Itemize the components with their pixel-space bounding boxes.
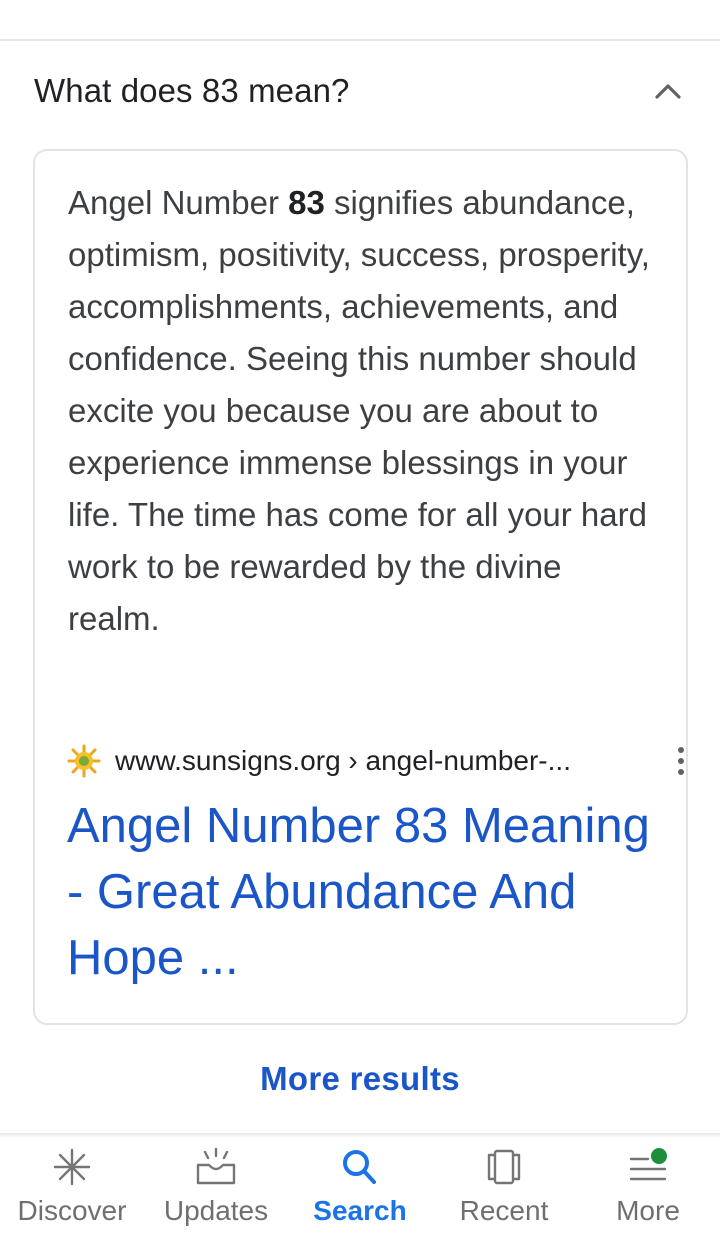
result-title-link[interactable]: Angel Number 83 Meaning - Great Abundanc… [67,793,667,991]
featured-snippet-text: Angel Number 83 signifies abundance, opt… [68,177,658,645]
nav-item-search[interactable]: Search [288,1137,432,1236]
page: What does 83 mean? Angel Number 83 signi… [0,0,720,1236]
nav-item-updates[interactable]: Updates [144,1137,288,1236]
asterisk-icon [53,1148,91,1186]
menu-icon [629,1148,667,1181]
notification-badge [651,1148,667,1164]
more-results-button[interactable]: More results [0,1052,720,1106]
nav-label-discover: Discover [17,1195,127,1226]
search-icon [343,1150,376,1184]
more-options-icon[interactable] [669,743,693,779]
snippet-text-rest: signifies abundance, optimism, positivit… [68,184,650,637]
snippet-highlight: 83 [288,184,325,221]
source-url[interactable]: www.sunsigns.org › angel-number-... [115,745,571,777]
nav-label-search: Search [313,1195,407,1226]
faq-question-row[interactable]: What does 83 mean? [0,41,720,141]
nav-label-more: More [616,1195,680,1226]
inbox-updates-icon [196,1147,236,1185]
answer-card: Angel Number 83 signifies abundance, opt… [33,149,688,1025]
chevron-up-icon[interactable] [652,75,684,107]
source-row: www.sunsigns.org › angel-number-... [67,741,684,781]
nav-label-recent: Recent [459,1195,549,1226]
cards-icon [487,1149,521,1185]
nav-item-more[interactable]: More [576,1137,720,1236]
nav-label-updates: Updates [163,1195,269,1226]
bottom-nav: Discover Updates Search Recent More [0,1137,720,1236]
sunsigns-favicon-icon [67,744,101,778]
nav-item-recent[interactable]: Recent [432,1137,576,1236]
nav-item-discover[interactable]: Discover [0,1137,144,1236]
faq-question: What does 83 mean? [34,72,350,109]
snippet-text-start: Angel Number [68,184,289,221]
